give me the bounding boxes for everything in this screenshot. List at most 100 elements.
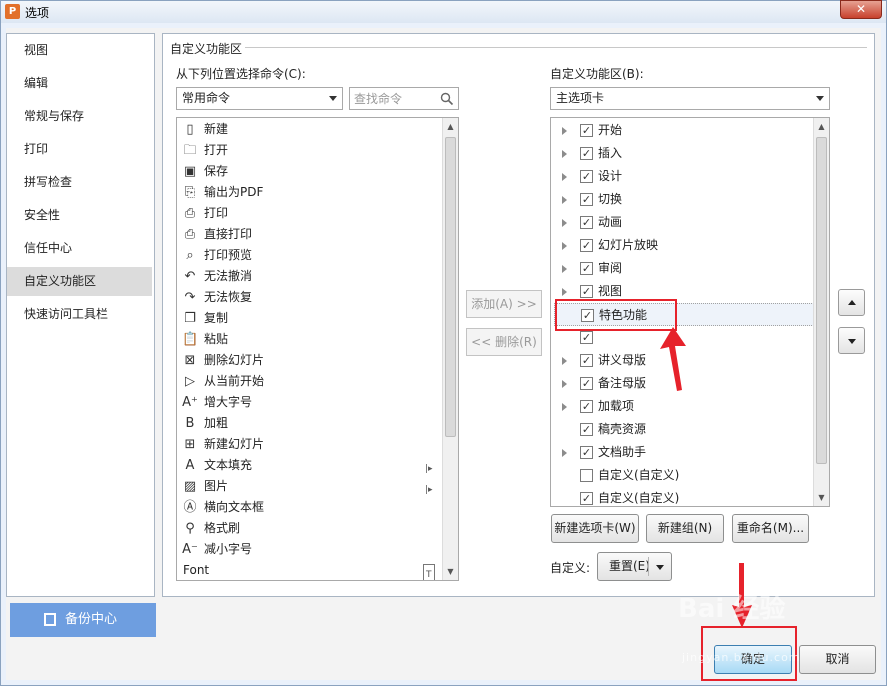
command-list-item[interactable]: ⊞ 新建幻灯片 bbox=[180, 434, 435, 455]
ribbon-tab-item[interactable]: ✓ 稿壳资源 bbox=[554, 418, 816, 441]
ribbon-tab-item[interactable]: ✓ 加载项 bbox=[554, 395, 816, 418]
scroll-thumb[interactable] bbox=[816, 137, 827, 464]
remove-button[interactable]: << 删除(R) bbox=[466, 328, 542, 356]
title-bar[interactable]: P 选项 ✕ bbox=[1, 0, 886, 23]
command-list-item[interactable]: ↶ 无法撤消 bbox=[180, 266, 435, 287]
command-list-item[interactable]: ▣ 保存 bbox=[180, 161, 435, 182]
expand-arrow-icon[interactable] bbox=[562, 288, 567, 296]
command-search-field[interactable] bbox=[349, 87, 459, 110]
ribbon-tab-item[interactable]: ✓ 插入 bbox=[554, 142, 816, 165]
ribbon-tab-item[interactable]: ✓ 文档助手 bbox=[554, 441, 816, 464]
ribbon-tab-item[interactable]: ✓ 设计 bbox=[554, 165, 816, 188]
command-list-item[interactable]: ⎙ 打印 bbox=[180, 203, 435, 224]
scroll-thumb[interactable] bbox=[445, 137, 456, 437]
command-list-item[interactable]: ↷ 无法恢复 bbox=[180, 287, 435, 308]
new-tab-button[interactable]: 新建选项卡(W) bbox=[551, 514, 639, 543]
tab-checkbox[interactable]: ✓ bbox=[580, 285, 593, 298]
tab-checkbox[interactable]: ✓ bbox=[580, 239, 593, 252]
tab-checkbox[interactable]: ✓ bbox=[580, 400, 593, 413]
tab-checkbox[interactable]: ✓ bbox=[580, 216, 593, 229]
tab-checkbox[interactable]: ✓ bbox=[580, 262, 593, 275]
command-list-item[interactable]: B 加粗 bbox=[180, 413, 435, 434]
sidebar-item[interactable]: 自定义功能区 bbox=[7, 267, 152, 296]
command-list-item[interactable]: 📋 粘贴 bbox=[180, 329, 435, 350]
new-group-button[interactable]: 新建组(N) bbox=[646, 514, 724, 543]
expand-arrow-icon[interactable] bbox=[562, 357, 567, 365]
command-list-item[interactable]: ⎙ 直接打印 bbox=[180, 224, 435, 245]
expand-arrow-icon[interactable] bbox=[562, 380, 567, 388]
tab-checkbox[interactable]: ✓ bbox=[580, 147, 593, 160]
command-label: Font bbox=[183, 563, 210, 577]
command-list-item[interactable]: ▯ 新建 bbox=[180, 119, 435, 140]
tab-checkbox[interactable]: ✓ bbox=[580, 170, 593, 183]
scroll-up-icon[interactable]: ▲ bbox=[814, 118, 829, 135]
close-button[interactable]: ✕ bbox=[840, 0, 882, 19]
scroll-down-icon[interactable]: ▼ bbox=[443, 563, 458, 580]
command-list-item[interactable]: ⊠ 删除幻灯片 bbox=[180, 350, 435, 371]
expand-arrow-icon[interactable] bbox=[562, 219, 567, 227]
chevron-down-icon[interactable] bbox=[656, 565, 664, 570]
command-search-input[interactable] bbox=[350, 88, 436, 109]
command-list-item[interactable]: ▨ 图片 |▸ bbox=[180, 476, 435, 497]
command-list-item[interactable]: ▷ 从当前开始 bbox=[180, 371, 435, 392]
command-list-item[interactable]: ⎘ 输出为PDF bbox=[180, 182, 435, 203]
scroll-down-icon[interactable]: ▼ bbox=[814, 489, 829, 506]
command-list[interactable]: ▯ 新建 🗀 打开 ▣ 保存 ⎘ 输出为PDF ⎙ 打印 ⎙ 直接打印 ⌕ 打印预览 ↶ 无法撤消 ↷ 无法恢复 ❐… bbox=[176, 117, 459, 581]
search-icon[interactable] bbox=[440, 92, 454, 106]
move-up-button[interactable] bbox=[838, 289, 865, 316]
expand-arrow-icon[interactable] bbox=[562, 127, 567, 135]
tab-checkbox[interactable]: ✓ bbox=[580, 193, 593, 206]
sidebar-item[interactable]: 视图 bbox=[7, 36, 152, 65]
expand-arrow-icon[interactable] bbox=[562, 449, 567, 457]
sidebar-item[interactable]: 安全性 bbox=[7, 201, 152, 230]
command-list-item[interactable]: ⚲ 格式刷 bbox=[180, 518, 435, 539]
tab-checkbox[interactable]: ✓ bbox=[580, 377, 593, 390]
command-list-item[interactable]: A 文本填充 |▸ bbox=[180, 455, 435, 476]
ribbon-tab-item[interactable]: ✓ 切换 bbox=[554, 188, 816, 211]
command-list-item[interactable]: A⁺ 增大字号 bbox=[180, 392, 435, 413]
ribbon-tab-item[interactable]: 自定义(自定义) bbox=[554, 464, 816, 487]
scroll-up-icon[interactable]: ▲ bbox=[443, 118, 458, 135]
tab-checkbox[interactable]: ✓ bbox=[580, 423, 593, 436]
reset-button[interactable]: 重置(E) bbox=[597, 552, 672, 581]
command-list-item[interactable]: A⁻ 减小字号 bbox=[180, 539, 435, 560]
move-down-button[interactable] bbox=[838, 327, 865, 354]
ribbon-tab-item[interactable]: ✓ 审阅 bbox=[554, 257, 816, 280]
ribbon-tab-item[interactable]: ✓ 幻灯片放映 bbox=[554, 234, 816, 257]
expand-arrow-icon[interactable] bbox=[562, 403, 567, 411]
backup-center-button[interactable]: 备份中心 bbox=[10, 603, 156, 637]
ribbon-tab-item[interactable]: ✓ 动画 bbox=[554, 211, 816, 234]
tab-checkbox[interactable]: ✓ bbox=[580, 354, 593, 367]
ribbon-tabs-select[interactable]: 主选项卡 bbox=[550, 87, 830, 110]
ribbon-tree-scrollbar[interactable]: ▲ ▼ bbox=[813, 118, 829, 506]
expand-arrow-icon[interactable] bbox=[562, 265, 567, 273]
tab-checkbox[interactable] bbox=[580, 469, 593, 482]
expand-arrow-icon[interactable] bbox=[562, 150, 567, 158]
expand-arrow-icon[interactable] bbox=[562, 173, 567, 181]
sidebar-item[interactable]: 快速访问工具栏 bbox=[7, 300, 152, 329]
tab-checkbox[interactable]: ✓ bbox=[580, 331, 593, 344]
command-list-scrollbar[interactable]: ▲ ▼ bbox=[442, 118, 458, 580]
command-list-item[interactable]: Font T bbox=[180, 560, 435, 580]
sidebar-item[interactable]: 常规与保存 bbox=[7, 102, 152, 131]
command-list-item[interactable]: ❐ 复制 bbox=[180, 308, 435, 329]
sidebar-item[interactable]: 编辑 bbox=[7, 69, 152, 98]
picture-icon: ▨ bbox=[183, 479, 197, 494]
tab-checkbox[interactable]: ✓ bbox=[580, 446, 593, 459]
sidebar-item[interactable]: 打印 bbox=[7, 135, 152, 164]
tab-checkbox[interactable]: ✓ bbox=[580, 492, 593, 505]
add-button[interactable]: 添加(A) >> bbox=[466, 290, 542, 318]
tab-checkbox[interactable]: ✓ bbox=[580, 124, 593, 137]
command-list-item[interactable]: ⌕ 打印预览 bbox=[180, 245, 435, 266]
rename-button[interactable]: 重命名(M)... bbox=[732, 514, 809, 543]
expand-arrow-icon[interactable] bbox=[562, 242, 567, 250]
command-source-select[interactable]: 常用命令 bbox=[176, 87, 343, 110]
sidebar-item[interactable]: 信任中心 bbox=[7, 234, 152, 263]
command-list-item[interactable]: 🗀 打开 bbox=[180, 140, 435, 161]
cancel-button[interactable]: 取消 bbox=[799, 645, 876, 674]
command-list-item[interactable]: Ⓐ 横向文本框 bbox=[180, 497, 435, 518]
sidebar-item[interactable]: 拼写检查 bbox=[7, 168, 152, 197]
ribbon-tab-item[interactable]: ✓ 自定义(自定义) bbox=[554, 487, 816, 506]
expand-arrow-icon[interactable] bbox=[562, 196, 567, 204]
ribbon-tab-item[interactable]: ✓ 开始 bbox=[554, 119, 816, 142]
